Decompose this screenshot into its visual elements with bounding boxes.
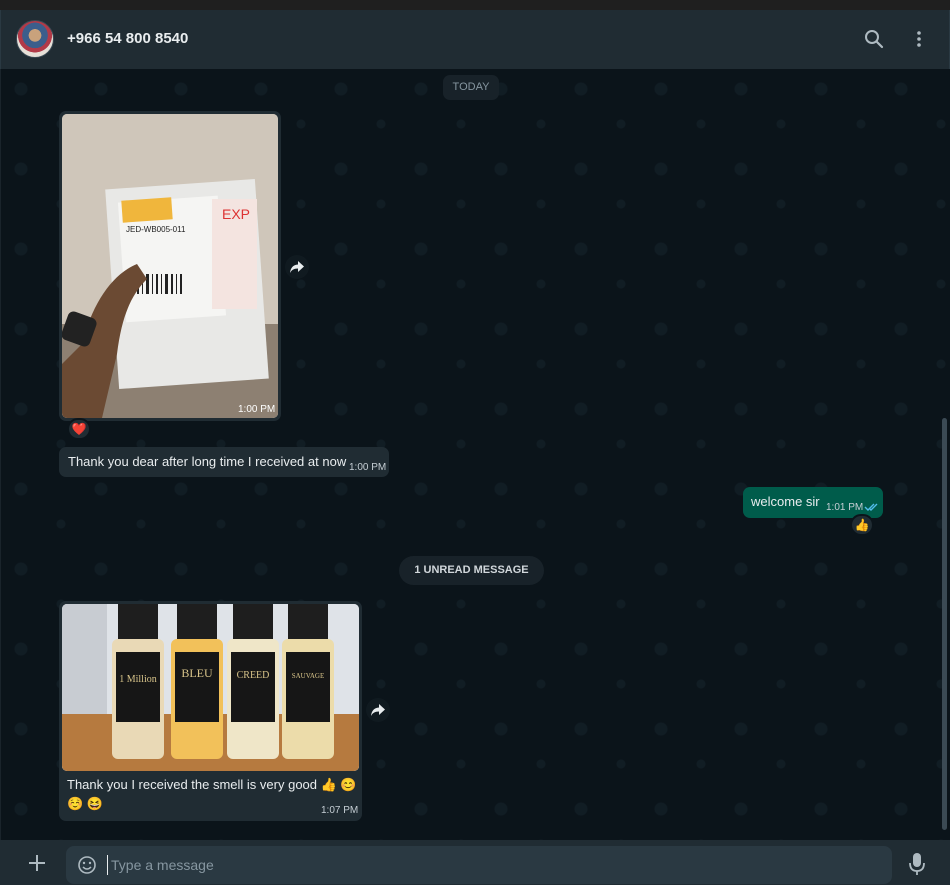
window-titlebar: [0, 0, 950, 10]
contact-name[interactable]: +966 54 800 8540: [67, 30, 188, 47]
scrollbar[interactable]: [942, 418, 947, 830]
message-time: 1:00 PM: [238, 404, 276, 415]
composer-bar: Type a message: [0, 840, 950, 885]
message-input[interactable]: Type a message: [66, 846, 892, 884]
input-placeholder: Type a message: [111, 857, 214, 873]
chat-area[interactable]: TODAY EXP JED-WB005-011 1:00 PM ❤️ Thank…: [0, 69, 950, 840]
menu-icon[interactable]: [907, 27, 931, 51]
message-text: Thank you dear after long time I receive…: [68, 454, 347, 469]
text-caret: [107, 855, 108, 875]
message-time: 1:07 PM: [321, 805, 359, 816]
bottle-label: 1 Million: [119, 674, 157, 685]
heart-reaction[interactable]: ❤️: [67, 418, 91, 440]
package-photo[interactable]: EXP JED-WB005-011: [62, 114, 278, 418]
image-caption: Thank you I received the smell is very g…: [67, 777, 357, 792]
bottle-label: CREED: [236, 670, 270, 681]
contact-avatar[interactable]: [16, 20, 54, 58]
perfume-bottles-photo[interactable]: 1 Million BLEU CREED SAUVAGE: [62, 604, 359, 771]
image-message[interactable]: 1 Million BLEU CREED SAUVAGE Thank you I…: [59, 601, 362, 821]
message-text: welcome sir: [751, 494, 820, 509]
read-receipt-icon: [864, 503, 878, 511]
forward-icon[interactable]: [285, 255, 309, 279]
bottle-label: SAUVAGE: [291, 672, 325, 680]
svg-text:JED-WB005-011: JED-WB005-011: [126, 225, 186, 234]
emoji-icon[interactable]: [77, 855, 97, 875]
date-divider: TODAY: [443, 75, 499, 100]
forward-icon[interactable]: [366, 698, 390, 722]
text-message[interactable]: Thank you dear after long time I receive…: [59, 447, 389, 477]
svg-text:EXP: EXP: [222, 206, 250, 222]
attach-plus-icon[interactable]: [26, 852, 48, 874]
image-message[interactable]: EXP JED-WB005-011 1:00 PM: [59, 111, 281, 421]
whatsapp-window: +966 54 800 8540 TODAY EXP JED-WB005-011…: [0, 0, 950, 885]
unread-divider: 1 UNREAD MESSAGE: [399, 556, 544, 585]
microphone-icon[interactable]: [907, 852, 927, 876]
chat-header: +966 54 800 8540: [0, 10, 950, 69]
image-caption-emoji: ☺️ 😆: [67, 796, 103, 811]
thumbs-up-reaction[interactable]: 👍: [850, 514, 874, 536]
search-icon[interactable]: [862, 27, 886, 51]
bottle-label: BLEU: [181, 666, 213, 680]
message-time: 1:00 PM: [349, 462, 387, 473]
message-time: 1:01 PM: [826, 502, 864, 513]
